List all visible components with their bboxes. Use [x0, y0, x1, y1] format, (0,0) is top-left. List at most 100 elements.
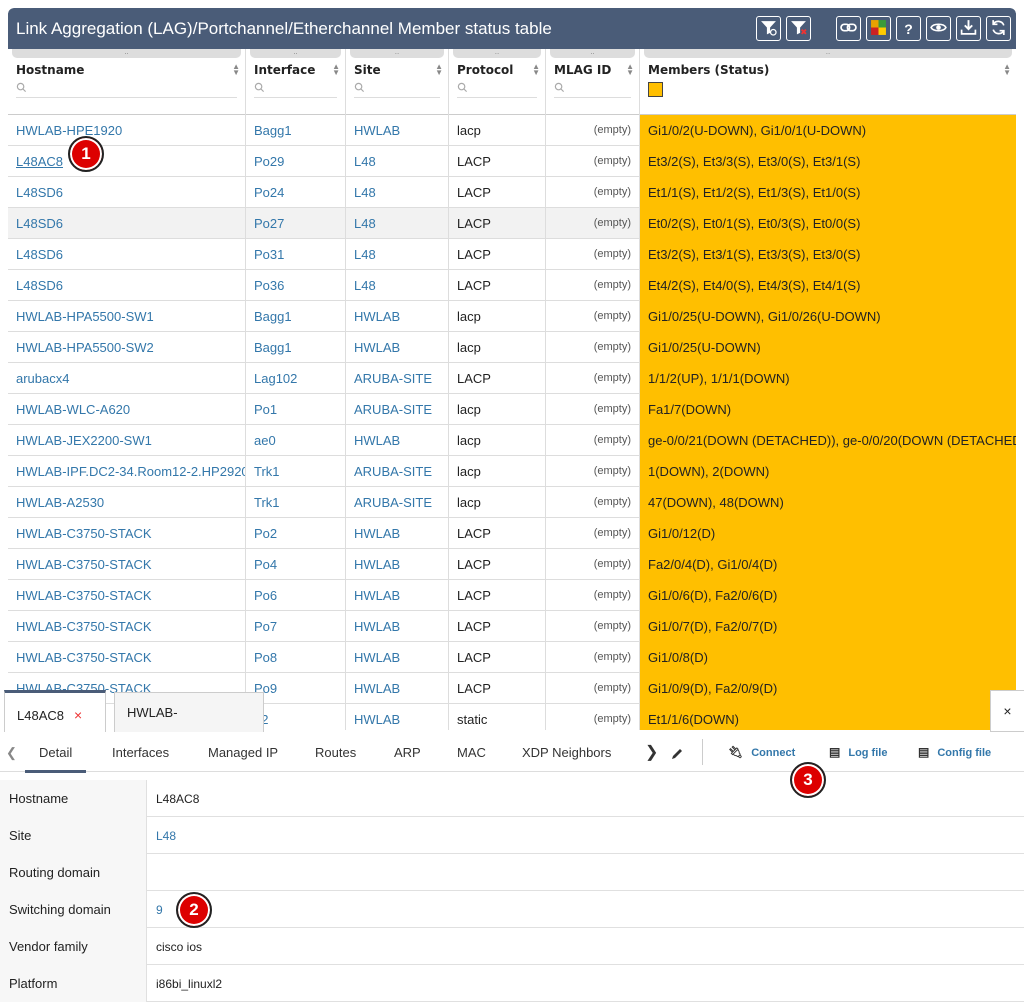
cell-hostname[interactable]: HWLAB-IPF.DC2-34.Room12-2.HP2920	[8, 456, 246, 487]
table-row[interactable]: HWLAB-HPE1920 Bagg1 HWLAB lacp (empty) Gi1/0/…	[8, 115, 1016, 146]
cell-site[interactable]: HWLAB	[346, 611, 449, 642]
cell-hostname[interactable]: L48AC8	[8, 146, 246, 177]
hostname-filter-input[interactable]	[16, 82, 237, 98]
sort-icon[interactable]: ▲ ▼	[626, 63, 634, 77]
cell-hostname[interactable]: L48SD6	[8, 270, 246, 301]
table-row[interactable]: HWLAB-WLC-A620 Po1 ARUBA-SITE lacp (empty) Fa…	[8, 394, 1016, 425]
cell-hostname[interactable]: HWLAB-C3750-STACK	[8, 642, 246, 673]
scroll-right-icon[interactable]: ❯	[645, 732, 658, 772]
tab-detail[interactable]: Detail	[24, 732, 87, 773]
cell-site[interactable]: L48	[346, 239, 449, 270]
mlag-filter-input[interactable]	[554, 82, 631, 98]
sort-icon[interactable]: ▲ ▼	[332, 63, 340, 77]
color-legend-button[interactable]	[866, 16, 891, 41]
cell-hostname[interactable]: L48SD6	[8, 177, 246, 208]
cell-interface[interactable]: Bagg1	[246, 301, 346, 332]
cell-hostname[interactable]: L48SD6	[8, 239, 246, 270]
cell-site[interactable]: HWLAB	[346, 642, 449, 673]
cell-interface[interactable]: Bagg1	[246, 115, 346, 146]
cell-interface[interactable]: Trk1	[246, 487, 346, 518]
column-header-interface[interactable]: .. Interface ▲ ▼	[246, 48, 346, 115]
cell-site[interactable]: L48	[346, 270, 449, 301]
export-button[interactable]	[956, 16, 981, 41]
table-row[interactable]: HWLAB-C3750-STACK Po8 HWLAB LACP (empty) Gi1/…	[8, 642, 1016, 673]
cell-site[interactable]: ARUBA-SITE	[346, 456, 449, 487]
cell-hostname[interactable]: HWLAB-C3750-STACK	[8, 549, 246, 580]
protocol-filter-input[interactable]	[457, 82, 537, 98]
cell-interface[interactable]: Po31	[246, 239, 346, 270]
cell-hostname[interactable]: L48SD6	[8, 208, 246, 239]
cell-site[interactable]: HWLAB	[346, 549, 449, 580]
cell-site[interactable]: HWLAB	[346, 425, 449, 456]
cell-site[interactable]: L48	[346, 208, 449, 239]
tab-managed-ip[interactable]: Managed IP	[208, 732, 278, 772]
cell-site[interactable]: HWLAB	[346, 518, 449, 549]
sort-icon[interactable]: ▲ ▼	[435, 63, 443, 77]
visibility-button[interactable]	[926, 16, 951, 41]
scroll-left-icon[interactable]: ❮	[6, 732, 17, 772]
detail-value[interactable]: 9	[156, 891, 163, 929]
close-panel-button[interactable]: ×	[990, 690, 1024, 732]
cell-interface[interactable]: Po8	[246, 642, 346, 673]
tab-mac[interactable]: MAC	[457, 732, 486, 772]
tab-l48ac8[interactable]: L48AC8 ×	[4, 690, 106, 732]
cell-site[interactable]: L48	[346, 177, 449, 208]
cell-hostname[interactable]: HWLAB-HPA5500-SW1	[8, 301, 246, 332]
table-row[interactable]: HWLAB-HPA5500-SW1 Bagg1 HWLAB lacp (empty) Gi…	[8, 301, 1016, 332]
link-button[interactable]	[836, 16, 861, 41]
tab-hwlab-hpe1920[interactable]: HWLAB-HPE1920×	[114, 692, 264, 761]
table-row[interactable]: HWLAB-C3750-STACK Po2 HWLAB LACP (empty) Gi1/…	[8, 518, 1016, 549]
cell-hostname[interactable]: arubacx4	[8, 363, 246, 394]
close-tab-icon[interactable]: ×	[74, 707, 82, 723]
table-row[interactable]: HWLAB-A2530 Trk1 ARUBA-SITE lacp (empty) 47(D…	[8, 487, 1016, 518]
sort-icon[interactable]: ▲ ▼	[532, 63, 540, 77]
cell-site[interactable]: HWLAB	[346, 332, 449, 363]
cell-hostname[interactable]: HWLAB-A2530	[8, 487, 246, 518]
column-header-site[interactable]: .. Site ▲ ▼	[346, 48, 449, 115]
cell-site[interactable]: HWLAB	[346, 580, 449, 611]
cell-hostname[interactable]: HWLAB-HPA5500-SW2	[8, 332, 246, 363]
table-row[interactable]: L48SD6 Po31 L48 LACP (empty) Et3/2(S), Et3/1(…	[8, 239, 1016, 270]
sort-icon[interactable]: ▲ ▼	[232, 63, 240, 77]
cell-interface[interactable]: Trk1	[246, 456, 346, 487]
column-header-protocol[interactable]: .. Protocol ▲ ▼	[449, 48, 546, 115]
log-file-button[interactable]: ▤ Log file	[829, 732, 887, 772]
site-filter-input[interactable]	[354, 82, 440, 98]
cell-interface[interactable]: ae0	[246, 425, 346, 456]
tab-interfaces[interactable]: Interfaces	[112, 732, 169, 772]
cell-hostname[interactable]: HWLAB-JEX2200-SW1	[8, 425, 246, 456]
tab-xdp-neighbors[interactable]: XDP Neighbors	[522, 732, 611, 772]
cell-hostname[interactable]: HWLAB-WLC-A620	[8, 394, 246, 425]
cell-site[interactable]: L48	[346, 146, 449, 177]
cell-hostname[interactable]: HWLAB-C3750-STACK	[8, 518, 246, 549]
table-row[interactable]: HWLAB-JEX2200-SW1 ae0 HWLAB lacp (empty) ge-0…	[8, 425, 1016, 456]
table-row[interactable]: HWLAB-HPA5500-SW2 Bagg1 HWLAB lacp (empty) Gi…	[8, 332, 1016, 363]
table-row[interactable]: HWLAB-IPF.DC2-34.Room12-2.HP2920 Trk1 ARUB…	[8, 456, 1016, 487]
refresh-button[interactable]	[986, 16, 1011, 41]
cell-interface[interactable]: Po4	[246, 549, 346, 580]
cell-site[interactable]: ARUBA-SITE	[346, 487, 449, 518]
table-row[interactable]: HWLAB-C3750-STACK Po7 HWLAB LACP (empty) Gi1/…	[8, 611, 1016, 642]
cell-site[interactable]: ARUBA-SITE	[346, 363, 449, 394]
cell-interface[interactable]: Lag102	[246, 363, 346, 394]
clear-filter-button[interactable]	[786, 16, 811, 41]
table-row[interactable]: L48SD6 Po36 L48 LACP (empty) Et4/2(S), Et4/0(…	[8, 270, 1016, 301]
color-filter-swatch[interactable]	[648, 82, 663, 97]
help-button[interactable]: ?	[896, 16, 921, 41]
table-row[interactable]: L48SD6 Po27 L48 LACP (empty) Et0/2(S), Et0/1(…	[8, 208, 1016, 239]
sort-icon[interactable]: ▲ ▼	[1003, 63, 1011, 77]
cell-hostname[interactable]: HWLAB-C3750-STACK	[8, 611, 246, 642]
interface-filter-input[interactable]	[254, 82, 337, 98]
cell-interface[interactable]: Po2	[246, 518, 346, 549]
column-header-mlag-id[interactable]: .. MLAG ID ▲ ▼	[546, 48, 640, 115]
table-row[interactable]: L48AC8 Po29 L48 LACP (empty) Et3/2(S), Et3/3(…	[8, 146, 1016, 177]
connect-button[interactable]: 🔌︎ Connect	[728, 732, 795, 772]
cell-site[interactable]: HWLAB	[346, 301, 449, 332]
cell-interface[interactable]: Bagg1	[246, 332, 346, 363]
cell-interface[interactable]: Po24	[246, 177, 346, 208]
tab-arp[interactable]: ARP	[394, 732, 421, 772]
cell-site[interactable]: HWLAB	[346, 115, 449, 146]
table-row[interactable]: HWLAB-C3750-STACK Po4 HWLAB LACP (empty) Fa2/…	[8, 549, 1016, 580]
cell-site[interactable]: ARUBA-SITE	[346, 394, 449, 425]
detail-value[interactable]: L48	[156, 817, 176, 855]
